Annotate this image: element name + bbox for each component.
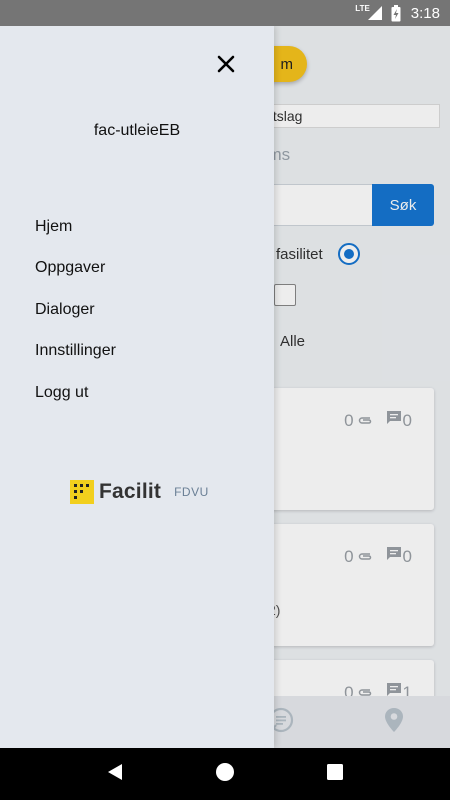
navigation-drawer: fac-utleieEB Hjem Oppgaver Dialoger Inns…	[0, 26, 274, 748]
menu-item-home[interactable]: Hjem	[35, 206, 116, 248]
system-navigation-bar	[0, 748, 450, 800]
menu-item-dialogs[interactable]: Dialoger	[35, 289, 116, 331]
drawer-scrim[interactable]	[274, 26, 450, 748]
facilit-logo: Facilit FDVU	[70, 480, 209, 504]
status-bar: LTE 3:18	[0, 0, 450, 26]
drawer-username: fac-utleieEB	[93, 122, 181, 139]
home-circle-icon	[215, 762, 235, 787]
recents-square-icon	[327, 763, 343, 785]
logo-subtitle: FDVU	[174, 485, 209, 499]
close-icon	[217, 55, 235, 78]
menu-item-settings[interactable]: Innstillinger	[35, 331, 116, 373]
battery-charging-icon	[391, 4, 401, 22]
back-button[interactable]	[95, 754, 135, 794]
logo-name: Facilit	[99, 480, 162, 503]
network-type: LTE	[355, 3, 370, 13]
drawer-menu: Hjem Oppgaver Dialoger Innstillinger Log…	[35, 206, 116, 414]
home-button[interactable]	[205, 754, 245, 794]
menu-item-tasks[interactable]: Oppgaver	[35, 248, 116, 290]
facilit-logo-mark	[70, 480, 94, 504]
back-triangle-icon	[106, 763, 124, 786]
signal-icon: LTE	[355, 3, 383, 21]
recents-button[interactable]	[315, 754, 355, 794]
close-drawer-button[interactable]	[212, 52, 240, 80]
app-screen: m ttslag ems Søk fasilitet Alle 0 0 0 0 …	[0, 26, 450, 748]
clock: 3:18	[410, 4, 440, 22]
menu-item-logout[interactable]: Logg ut	[35, 372, 116, 414]
